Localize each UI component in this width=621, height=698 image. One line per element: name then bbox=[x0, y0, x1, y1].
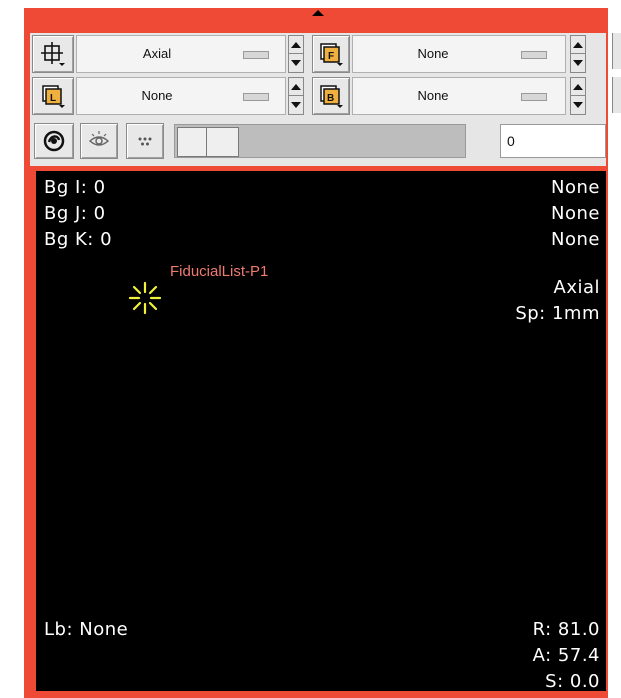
slider-handle-divider bbox=[206, 128, 207, 156]
spin-up-icon[interactable] bbox=[291, 42, 301, 48]
spin-down-icon[interactable] bbox=[291, 60, 301, 66]
orientation-menu[interactable]: Axial bbox=[76, 35, 286, 73]
slice-value-field[interactable]: 0 bbox=[500, 124, 606, 158]
more-options-button[interactable] bbox=[126, 123, 164, 159]
eye-visibility-icon bbox=[81, 124, 117, 158]
orientation-value: Axial bbox=[142, 46, 172, 61]
layer-name-3: None bbox=[551, 229, 600, 250]
label-layer-button[interactable]: L bbox=[32, 77, 74, 115]
background-layer-button[interactable]: B bbox=[312, 77, 350, 115]
crosshair-icon bbox=[33, 36, 73, 72]
fiducial-label: FiducialList-P1 bbox=[170, 263, 269, 280]
foreground-menu-indicator bbox=[521, 51, 547, 59]
top-left-annotations: Bg I: 0 Bg J: 0 Bg K: 0 bbox=[44, 175, 112, 253]
link-icon bbox=[35, 124, 73, 158]
a-coordinate: A: 57.4 bbox=[532, 645, 600, 666]
background-value: None bbox=[417, 88, 449, 103]
spin-down-icon[interactable] bbox=[573, 60, 583, 66]
slice-slider-handle[interactable] bbox=[177, 127, 239, 157]
spinner-divider bbox=[289, 53, 303, 54]
layer-name-2: None bbox=[551, 203, 600, 224]
background-menu-indicator bbox=[521, 93, 547, 101]
svg-text:L: L bbox=[50, 93, 56, 104]
svg-text:F: F bbox=[328, 51, 334, 62]
label-menu-indicator bbox=[243, 93, 269, 101]
background-menu[interactable]: None bbox=[352, 77, 566, 115]
foreground-menu[interactable]: None bbox=[352, 35, 566, 73]
layer-name-1: None bbox=[551, 177, 600, 198]
background-layer-icon: B bbox=[313, 78, 349, 114]
spin-down-icon[interactable] bbox=[573, 102, 583, 108]
spinner-divider bbox=[289, 95, 303, 96]
slice-slider-track[interactable] bbox=[174, 124, 466, 158]
crosshair-button[interactable] bbox=[32, 35, 74, 73]
bg-k-value: Bg K: 0 bbox=[44, 229, 113, 250]
slice-view[interactable]: Bg I: 0 Bg J: 0 Bg K: 0 None None None A… bbox=[36, 171, 606, 691]
orientation-menu-indicator bbox=[243, 51, 269, 59]
orientation-annotations: Axial Sp: 1mm bbox=[515, 275, 600, 327]
label-layer-icon: L bbox=[33, 78, 73, 114]
label-menu[interactable]: None bbox=[76, 77, 286, 115]
spin-up-icon[interactable] bbox=[573, 42, 583, 48]
ras-coordinates: R: 81.0 A: 57.4 S: 0.0 bbox=[533, 617, 600, 691]
bg-i-value: Bg I: 0 bbox=[44, 177, 106, 198]
more-options-icon bbox=[127, 124, 163, 158]
r-coordinate: R: 81.0 bbox=[532, 619, 600, 640]
background-spinner[interactable] bbox=[570, 77, 586, 115]
spacing-label: Sp: 1mm bbox=[515, 303, 600, 324]
label-spinner[interactable] bbox=[288, 77, 304, 115]
spin-up-icon[interactable] bbox=[291, 84, 301, 90]
spin-down-icon[interactable] bbox=[291, 102, 301, 108]
spin-up-icon[interactable] bbox=[573, 84, 583, 90]
fiducial-marker-icon[interactable] bbox=[128, 281, 162, 315]
svg-text:B: B bbox=[327, 93, 334, 104]
label-value: None bbox=[141, 88, 173, 103]
bg-j-value: Bg J: 0 bbox=[44, 203, 106, 224]
foreground-layer-button[interactable]: F bbox=[312, 35, 350, 73]
spinner-divider bbox=[571, 95, 585, 96]
slice-value: 0 bbox=[507, 133, 515, 149]
collapse-arrow-icon[interactable] bbox=[312, 10, 324, 16]
orientation-label: Axial bbox=[553, 277, 600, 298]
slice-controller: Axial F None L None B None 0 bbox=[30, 33, 606, 166]
label-annotation: Lb: None bbox=[44, 619, 129, 640]
foreground-spinner[interactable] bbox=[570, 35, 586, 73]
adjacent-panel-edge bbox=[612, 77, 621, 113]
adjacent-panel-edge bbox=[612, 33, 621, 69]
foreground-layer-icon: F bbox=[313, 36, 349, 72]
spinner-divider bbox=[571, 53, 585, 54]
link-button[interactable] bbox=[34, 123, 74, 159]
top-right-annotations: None None None bbox=[551, 175, 600, 253]
foreground-value: None bbox=[417, 46, 449, 61]
visibility-button[interactable] bbox=[80, 123, 118, 159]
orientation-spinner[interactable] bbox=[288, 35, 304, 73]
